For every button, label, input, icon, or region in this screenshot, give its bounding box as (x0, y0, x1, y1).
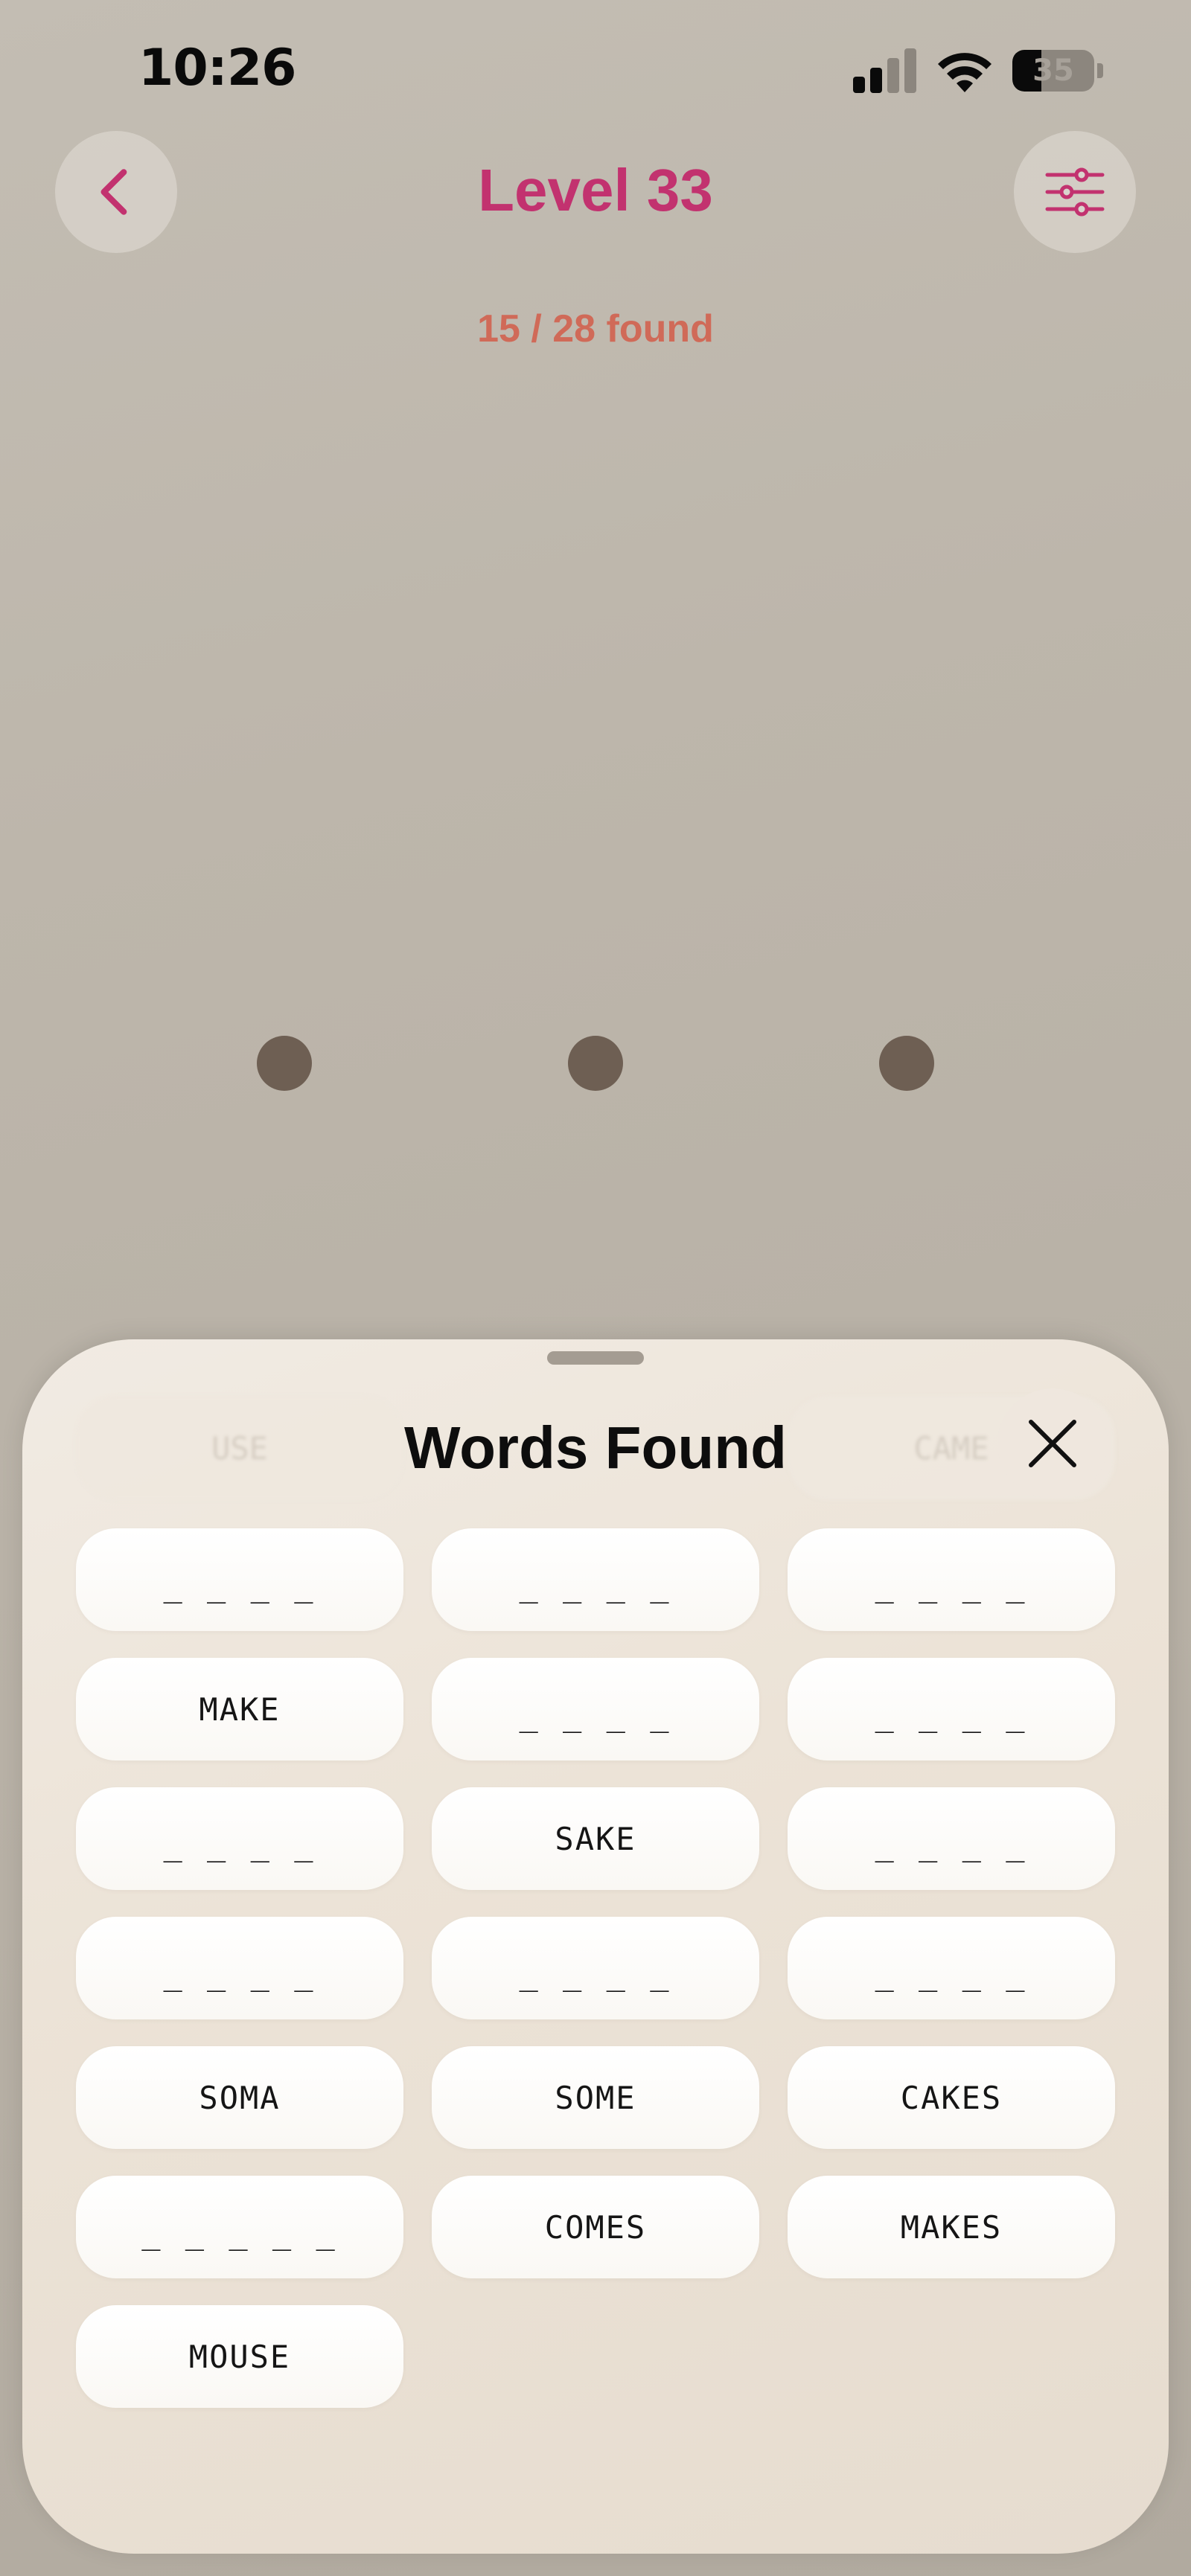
hidden-word-chip[interactable]: _ _ _ _ (432, 1528, 759, 1631)
hidden-word-chip[interactable]: _ _ _ _ (432, 1917, 759, 2019)
sheet-title: Words Found (404, 1414, 787, 1481)
found-word-chip[interactable]: COMES (432, 2176, 759, 2278)
hidden-word-chip[interactable]: _ _ _ _ _ (76, 2176, 403, 2278)
status-time: 10:26 (138, 39, 296, 97)
battery-level: 35 (1032, 54, 1074, 88)
battery-nub (1097, 63, 1103, 78)
hidden-word-chip[interactable]: _ _ _ _ (432, 1658, 759, 1760)
found-word-chip[interactable]: SAKE (432, 1787, 759, 1890)
hidden-word-chip[interactable]: _ _ _ _ (788, 1917, 1115, 2019)
word-grid: _ _ _ _ _ _ _ _ _ _ _ _ MAKE _ _ _ _ _ _ _ _ _… (76, 1528, 1115, 2408)
letter-dot[interactable] (568, 1036, 623, 1091)
battery-icon: 35 (1012, 50, 1094, 92)
letter-dot[interactable] (879, 1036, 934, 1091)
level-title: Level 33 (478, 157, 713, 223)
letter-dot[interactable] (257, 1036, 312, 1091)
sliders-icon (1045, 167, 1105, 217)
status-icons: 35 (853, 45, 1103, 97)
hidden-word-chip[interactable]: _ _ _ _ (76, 1917, 403, 2019)
found-word-chip[interactable]: SOME (432, 2046, 759, 2149)
hidden-word-chip[interactable]: _ _ _ _ (788, 1528, 1115, 1631)
found-word-chip[interactable]: MAKE (76, 1658, 403, 1760)
close-button[interactable] (997, 1388, 1108, 1499)
found-word-chip[interactable]: MAKES (788, 2176, 1115, 2278)
hidden-word-chip[interactable]: _ _ _ _ (76, 1787, 403, 1890)
found-word-chip[interactable]: SOMA (76, 2046, 403, 2149)
close-icon (1029, 1420, 1076, 1467)
sheet-grabber[interactable] (547, 1351, 644, 1365)
cellular-signal-icon (853, 48, 916, 93)
hidden-word-chip[interactable]: _ _ _ _ (788, 1787, 1115, 1890)
words-found-sheet: USE CAME Words Found _ _ _ _ _ _ _ _ _ _ _… (22, 1339, 1169, 2554)
status-bar: 10:26 35 (0, 0, 1191, 141)
found-word-chip[interactable]: MOUSE (76, 2305, 403, 2408)
hidden-word-chip[interactable]: _ _ _ _ (76, 1528, 403, 1631)
wifi-icon (938, 53, 992, 92)
words-progress: 15 / 28 found (477, 307, 714, 350)
found-word-chip[interactable]: CAKES (788, 2046, 1115, 2149)
settings-button[interactable] (1014, 131, 1136, 253)
hidden-word-chip[interactable]: _ _ _ _ (788, 1658, 1115, 1760)
